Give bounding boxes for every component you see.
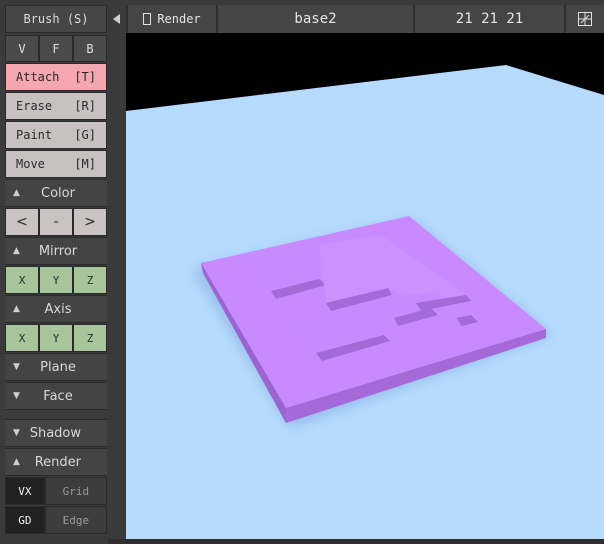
tool-shortcut: [T] [74,70,96,84]
tool-label: Erase [16,99,53,113]
edge-toggle[interactable]: Edge [44,506,107,534]
mirror-y-button[interactable]: Y [39,266,73,294]
tool-shortcut: [M] [74,157,96,171]
section-label: Mirror [38,243,78,259]
view-button-f[interactable]: F [39,35,73,62]
render-section-header[interactable]: ▲ Render [5,448,107,476]
collapsed-triangle-icon: ▼ [13,428,20,438]
collapsed-triangle-icon: ▼ [13,362,20,372]
color-buttons: < - > [5,208,107,236]
collapse-panel-button[interactable] [108,5,126,33]
mirror-axis-buttons: X Y Z [5,266,107,294]
layout-button[interactable] [564,5,604,33]
color-next-button[interactable]: > [73,208,107,236]
render-toggles-row1: VX Grid [5,477,107,505]
3d-viewport[interactable] [126,33,604,539]
section-label: Face [43,388,73,404]
plane-section-header[interactable]: ▼ Plane [5,353,107,381]
checkbox-icon [143,13,152,25]
expanded-triangle-icon: ▲ [13,188,20,198]
tool-move-button[interactable]: Move [M] [5,150,107,178]
gd-toggle[interactable]: GD [5,506,45,534]
tool-shortcut: [R] [74,99,96,113]
section-label: Plane [40,359,76,375]
expanded-triangle-icon: ▲ [13,457,20,467]
mirror-section-header[interactable]: ▲ Mirror [5,237,107,265]
triangle-left-icon [113,14,120,24]
mirror-x-button[interactable]: X [5,266,39,294]
collapsed-triangle-icon: ▼ [13,391,20,401]
axis-y-button[interactable]: Y [39,324,73,352]
section-label: Axis [44,301,72,317]
render-toggle[interactable]: Render [126,5,216,33]
top-bar: Render base2 21 21 21 [108,5,604,33]
layout-icon [578,12,592,26]
axis-x-button[interactable]: X [5,324,39,352]
model-name[interactable]: base2 [216,5,413,33]
bottom-bar [108,539,604,544]
axis-buttons: X Y Z [5,324,107,352]
section-label: Color [41,185,75,201]
tool-paint-button[interactable]: Paint [G] [5,121,107,149]
tool-label: Move [16,157,45,171]
color-section-header[interactable]: ▲ Color [5,179,107,207]
tool-erase-button[interactable]: Erase [R] [5,92,107,120]
tool-label: Attach [16,70,60,84]
tool-label: Paint [16,128,53,142]
view-button-v[interactable]: V [5,35,39,62]
tool-panel: Brush (S) V F B Attach [T] Erase [R] Pai… [0,0,108,544]
shadow-section-header[interactable]: ▼ Shadow [5,419,107,447]
expanded-triangle-icon: ▲ [13,304,20,314]
voxel-scene[interactable] [126,33,604,539]
expanded-triangle-icon: ▲ [13,246,20,256]
color-none-button[interactable]: - [39,208,73,236]
view-buttons: V F B [5,35,107,62]
face-section-header[interactable]: ▼ Face [5,382,107,410]
axis-z-button[interactable]: Z [73,324,107,352]
brush-title[interactable]: Brush (S) [5,5,107,33]
render-label: Render [157,12,201,26]
section-label: Render [34,454,81,470]
brush-label: Brush (S) [23,12,89,26]
section-label: Shadow [29,425,81,441]
view-button-b[interactable]: B [73,35,107,62]
grid-toggle[interactable]: Grid [44,477,107,505]
vx-toggle[interactable]: VX [5,477,45,505]
background-void [126,33,604,111]
model-dimensions[interactable]: 21 21 21 [413,5,564,33]
axis-section-header[interactable]: ▲ Axis [5,295,107,323]
color-prev-button[interactable]: < [5,208,39,236]
mirror-z-button[interactable]: Z [73,266,107,294]
tool-attach-button[interactable]: Attach [T] [5,63,107,91]
render-toggles-row2: GD Edge [5,506,107,534]
tool-shortcut: [G] [74,128,96,142]
